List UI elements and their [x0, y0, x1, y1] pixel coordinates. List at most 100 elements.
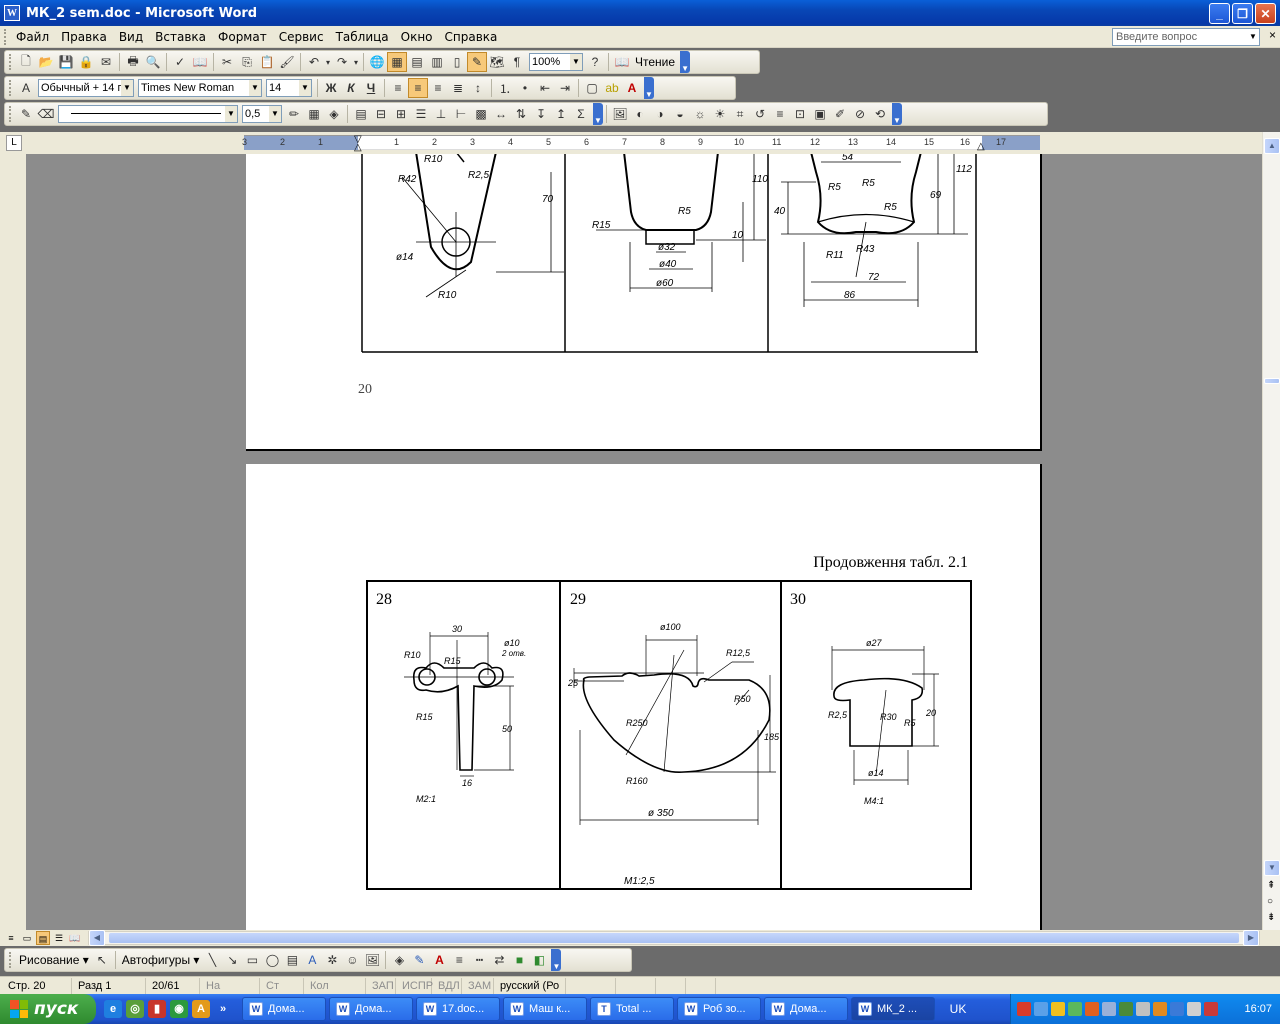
status-track-changes[interactable]: ИСПР — [396, 977, 433, 994]
border-color-icon[interactable]: ✏ — [284, 104, 304, 124]
rectangle-icon[interactable]: ▭ — [242, 950, 262, 970]
toolbar-options-icon[interactable]: ▼ — [892, 103, 902, 125]
arrow-style-icon[interactable]: ⇄ — [489, 950, 509, 970]
3d-icon[interactable]: ◧ — [529, 950, 549, 970]
document-map-icon[interactable]: 🗺 — [487, 52, 507, 72]
more-brightness-icon[interactable]: ☼ — [690, 104, 710, 124]
toolbar-options-icon[interactable]: ▼ — [551, 949, 562, 971]
print-icon[interactable]: 🖶 — [123, 52, 143, 72]
taskbar-item[interactable]: W Дома... — [329, 997, 413, 1021]
insert-picture-icon[interactable]: 🖼 — [610, 104, 630, 124]
tables-borders-icon[interactable]: ▦ — [387, 52, 407, 72]
sort-descending-icon[interactable]: ↥ — [551, 104, 571, 124]
oval-icon[interactable]: ◯ — [262, 950, 282, 970]
outline-view-icon[interactable]: ☰ — [52, 931, 66, 945]
menu-help[interactable]: Справка — [439, 30, 504, 44]
text-box-icon[interactable]: ▤ — [282, 950, 302, 970]
line-icon[interactable]: ╲ — [202, 950, 222, 970]
tray-icon[interactable] — [1119, 1002, 1133, 1016]
compress-icon[interactable]: ⊡ — [790, 104, 810, 124]
select-objects-icon[interactable]: ↖ — [92, 950, 112, 970]
format-painter-icon[interactable]: 🖌 — [277, 52, 297, 72]
help-dropdown-icon[interactable]: ▼ — [1247, 29, 1259, 45]
menu-table[interactable]: Таблица — [330, 30, 395, 44]
browser-icon[interactable]: ◎ — [126, 1000, 144, 1018]
toolbar-grip[interactable] — [9, 54, 13, 70]
fill-color-icon[interactable]: ◈ — [389, 950, 409, 970]
style-select[interactable]: Обычный + 14 г ▼ — [38, 79, 134, 97]
status-record[interactable]: ЗАП — [366, 977, 396, 994]
diagram-icon[interactable]: ✲ — [322, 950, 342, 970]
word-app-icon[interactable]: W — [4, 5, 20, 21]
next-page-icon[interactable]: ⇟ — [1267, 912, 1275, 923]
decrease-indent-icon[interactable]: ⇤ — [535, 78, 555, 98]
line-style-select[interactable]: ▼ — [58, 105, 238, 123]
autosum-icon[interactable]: Σ — [571, 104, 591, 124]
copy-icon[interactable]: ⎘ — [237, 52, 257, 72]
outside-border-icon[interactable]: ▢ — [582, 78, 602, 98]
text-wrapping-icon[interactable]: ▣ — [810, 104, 830, 124]
taskbar-item[interactable]: T Total ... — [590, 997, 674, 1021]
insert-excel-icon[interactable]: ▥ — [427, 52, 447, 72]
browse-object-icon[interactable]: ○ — [1267, 896, 1273, 907]
toolbar-options-icon[interactable]: ▼ — [680, 51, 691, 73]
menu-file[interactable]: Файл — [10, 30, 55, 44]
text-direction-icon[interactable]: ⇅ — [511, 104, 531, 124]
style-dropdown-icon[interactable]: ▼ — [121, 80, 133, 96]
distribute-columns-icon[interactable]: ⊢ — [451, 104, 471, 124]
line-weight-select[interactable]: 0,5 ▼ — [242, 105, 282, 123]
start-button[interactable]: пуск — [0, 994, 96, 1024]
rotate-icon[interactable]: ↺ — [750, 104, 770, 124]
undo-icon[interactable]: ↶ — [304, 52, 324, 72]
drawing-icon[interactable]: ✎ — [467, 52, 487, 72]
horizontal-ruler[interactable]: 3 2 1 1 2 3 4 5 6 7 8 9 10 11 12 13 14 1… — [242, 134, 1040, 153]
scroll-left-icon[interactable]: ◀ — [89, 930, 105, 946]
tray-icon[interactable] — [1204, 1002, 1218, 1016]
less-contrast-icon[interactable]: ◒ — [670, 104, 690, 124]
hyperlink-icon[interactable]: 🌐 — [367, 52, 387, 72]
status-overtype[interactable]: ЗАМ — [462, 977, 494, 994]
distribute-rows-icon[interactable]: ⊥ — [431, 104, 451, 124]
line-style-pic-icon[interactable]: ≡ — [770, 104, 790, 124]
taskbar-item-active[interactable]: W МК_2 ... — [851, 997, 935, 1021]
right-indent-marker[interactable]: △ — [977, 141, 985, 152]
font-dropdown-icon[interactable]: ▼ — [249, 80, 261, 96]
font-size-dropdown-icon[interactable]: ▼ — [299, 80, 311, 96]
arrow-icon[interactable]: ↘ — [222, 950, 242, 970]
tray-icon[interactable] — [1034, 1002, 1048, 1016]
print-layout-icon[interactable]: ▤ — [36, 931, 50, 945]
player-icon[interactable]: A — [192, 1000, 210, 1018]
font-size-select[interactable]: 14 ▼ — [266, 79, 312, 97]
highlight-icon[interactable]: ab — [602, 78, 622, 98]
line-color-icon[interactable]: ✎ — [409, 950, 429, 970]
styles-icon[interactable]: A — [16, 78, 36, 98]
tray-icon[interactable] — [1136, 1002, 1150, 1016]
font-color-icon[interactable]: A — [622, 78, 642, 98]
draw-table-icon[interactable]: ✎ — [16, 104, 36, 124]
numbering-icon[interactable]: ⒈ — [495, 78, 515, 98]
taskbar-item[interactable]: W Роб зо... — [677, 997, 761, 1021]
horizontal-scroll-thumb[interactable] — [109, 933, 1239, 943]
app-icon[interactable]: ▮ — [148, 1000, 166, 1018]
close-document-icon[interactable]: × — [1269, 28, 1276, 42]
open-icon[interactable]: 📂 — [36, 52, 56, 72]
menu-edit[interactable]: Правка — [55, 30, 113, 44]
menu-window[interactable]: Окно — [395, 30, 439, 44]
more-contrast-icon[interactable]: ◑ — [650, 104, 670, 124]
underline-button[interactable]: Ч — [361, 78, 381, 98]
horizontal-scrollbar[interactable]: ◀ ▶ — [88, 930, 1260, 946]
ie-icon[interactable]: e — [104, 1000, 122, 1018]
page-21[interactable]: Продовження табл. 2.1 28 29 30 30 R10 R1… — [246, 464, 1042, 930]
vertical-scrollbar[interactable]: ▲ ▼ ⇞ ○ ⇟ — [1262, 132, 1280, 930]
split-cells-icon[interactable]: ⊞ — [391, 104, 411, 124]
align-left-icon[interactable]: ≡ — [388, 78, 408, 98]
redo-icon[interactable]: ↷ — [332, 52, 352, 72]
toolbar-options-icon[interactable]: ▼ — [593, 103, 603, 125]
email-icon[interactable]: ✉ — [96, 52, 116, 72]
minimize-button[interactable]: _ — [1209, 3, 1230, 24]
font-select[interactable]: Times New Roman ▼ — [138, 79, 262, 97]
tab-selector[interactable]: L — [6, 135, 22, 151]
language-indicator[interactable]: UK — [943, 1002, 973, 1016]
volume-icon[interactable] — [1153, 1002, 1167, 1016]
italic-button[interactable]: К — [341, 78, 361, 98]
